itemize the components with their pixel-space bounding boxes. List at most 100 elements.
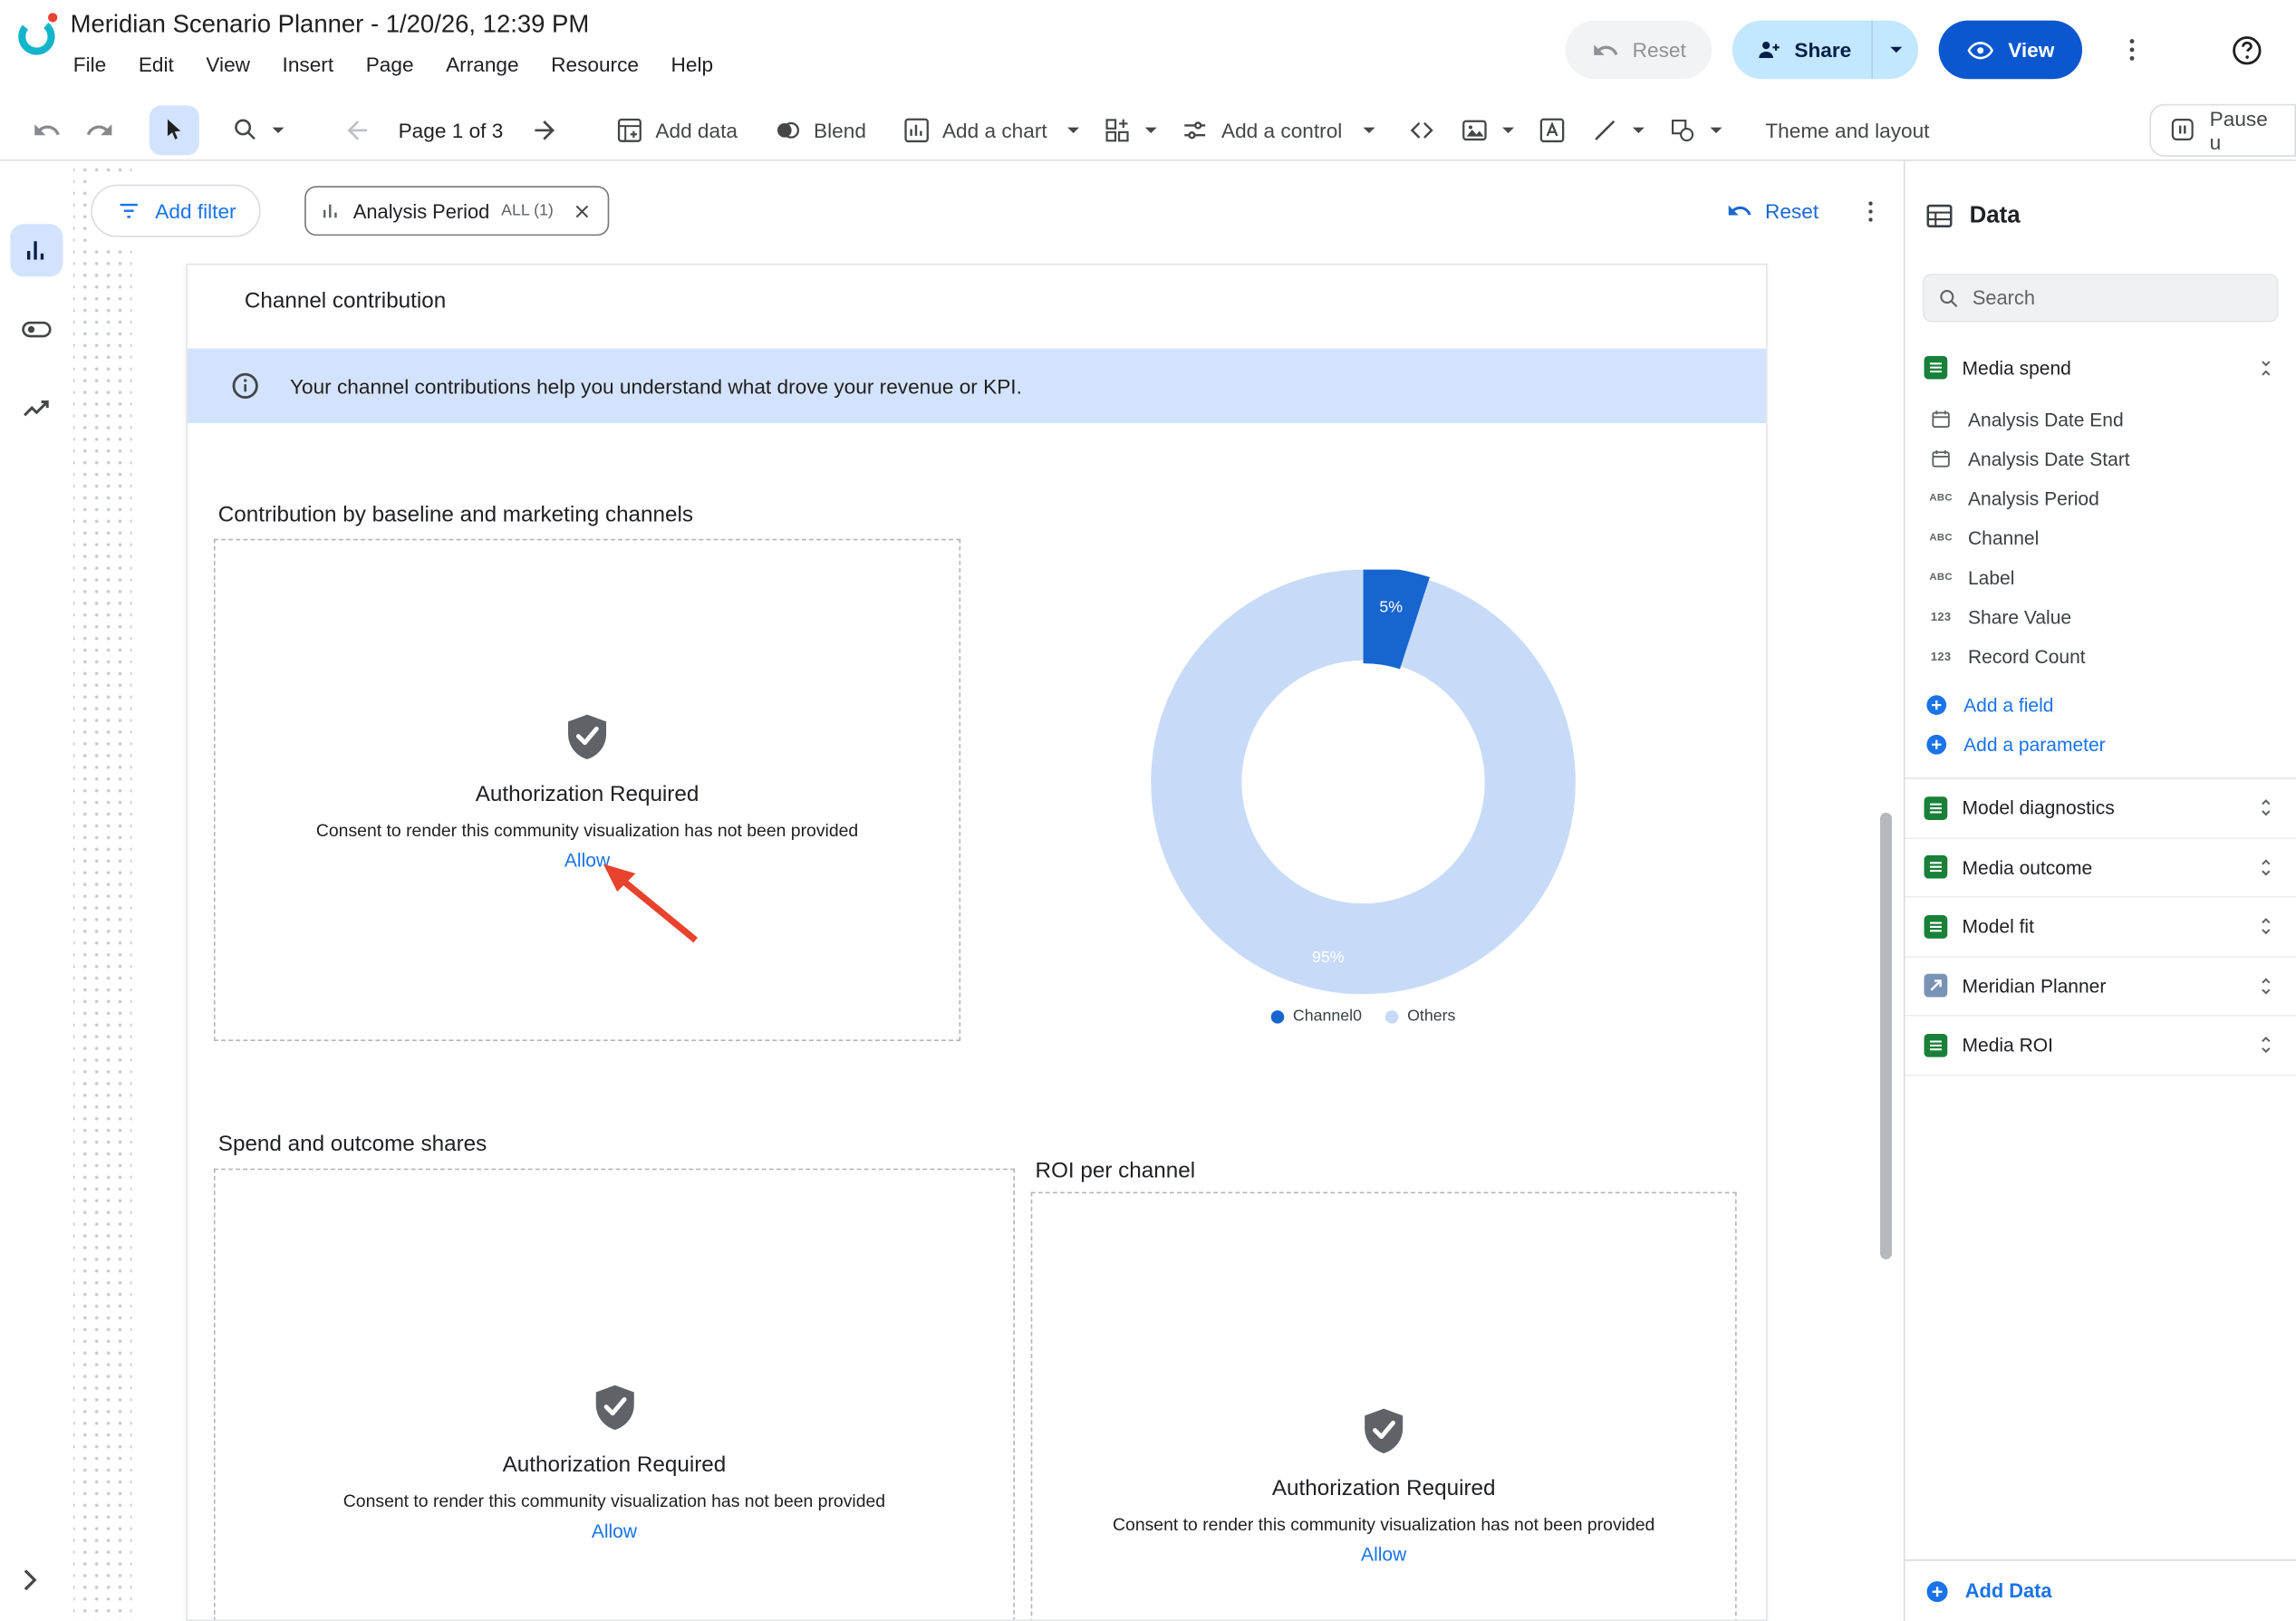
menu-file[interactable]: File — [73, 53, 106, 76]
data-source-media-outcome[interactable]: Media outcome — [1905, 838, 2296, 897]
view-button[interactable]: View — [1939, 21, 2082, 80]
insert-image-button[interactable] — [1448, 99, 1526, 160]
number-type-icon: 123 — [1927, 651, 1955, 664]
add-chart-button[interactable]: Add a chart — [890, 99, 1091, 160]
close-icon[interactable] — [571, 200, 593, 222]
menu-edit[interactable]: Edit — [139, 53, 174, 76]
menu-insert[interactable]: Insert — [283, 53, 334, 76]
filter-chip-name: Analysis Period — [353, 200, 489, 222]
filter-reset-label: Reset — [1765, 199, 1818, 223]
chart-authorization-placeholder-1[interactable]: Authorization Required Consent to render… — [214, 539, 960, 1041]
share-button[interactable]: Share — [1732, 21, 1871, 80]
field-analysis-date-start[interactable]: Analysis Date Start — [1905, 439, 2296, 479]
field-share-value[interactable]: 123 Share Value — [1905, 597, 2296, 637]
previous-page-button[interactable] — [331, 99, 383, 160]
rail-controls-button[interactable] — [10, 304, 63, 356]
allow-link[interactable]: Allow — [592, 1520, 637, 1541]
add-control-button[interactable]: Add a control — [1169, 99, 1386, 160]
share-dropdown-button[interactable] — [1872, 21, 1919, 80]
data-source-media-roi[interactable]: Media ROI — [1905, 1017, 2296, 1076]
page-indicator[interactable]: Page 1 of 3 — [383, 118, 517, 141]
sheet-source-icon — [1925, 915, 1948, 939]
data-search-input[interactable] — [1973, 287, 2264, 309]
field-analysis-date-end[interactable]: Analysis Date End — [1905, 400, 2296, 439]
data-source-model-diagnostics[interactable]: Model diagnostics — [1905, 779, 2296, 838]
add-data-button[interactable]: Add data — [603, 99, 749, 160]
select-tool-button[interactable] — [150, 105, 199, 155]
field-label[interactable]: ABC Label — [1905, 558, 2296, 598]
more-options-button[interactable] — [2103, 21, 2162, 80]
filter-chip-analysis-period[interactable]: Analysis Period ALL (1) — [305, 186, 610, 236]
calendar-icon — [1927, 409, 1955, 430]
add-parameter-button[interactable]: Add a parameter — [1905, 725, 2296, 765]
data-source-model-fit[interactable]: Model fit — [1905, 898, 2296, 957]
blend-button[interactable]: Blend — [761, 99, 878, 160]
document-title[interactable]: Meridian Scenario Planner - 1/20/26, 12:… — [71, 10, 590, 39]
expand-icon[interactable] — [2255, 915, 2277, 937]
undo-button[interactable] — [21, 99, 73, 160]
widgets-icon — [1103, 115, 1132, 144]
menu-arrange[interactable]: Arrange — [446, 53, 519, 76]
data-source-media-spend[interactable]: Media spend — [1905, 347, 2296, 388]
legend-item-others[interactable]: Others — [1385, 1008, 1456, 1025]
rail-trends-button[interactable] — [10, 382, 63, 435]
collapse-icon[interactable] — [2255, 357, 2277, 379]
add-parameter-label: Add a parameter — [1963, 734, 2106, 756]
add-data-footer-label: Add Data — [1965, 1580, 2052, 1602]
field-list: Analysis Date End Analysis Date Start AB… — [1905, 400, 2296, 676]
expand-panel-button[interactable] — [14, 1564, 46, 1604]
insert-text-button[interactable] — [1525, 99, 1577, 160]
field-label: Channel — [1968, 527, 2039, 549]
pause-updates-button[interactable]: Pause u — [2149, 103, 2296, 156]
help-icon — [2229, 33, 2262, 66]
add-data-footer-button[interactable]: Add Data — [1905, 1559, 2296, 1621]
rail-charts-button[interactable] — [10, 224, 63, 276]
data-search-box[interactable] — [1923, 274, 2279, 322]
expand-icon[interactable] — [2255, 856, 2277, 878]
allow-link[interactable]: Allow — [1361, 1543, 1406, 1565]
next-page-button[interactable] — [517, 99, 570, 160]
chart-authorization-placeholder-2[interactable]: Authorization Required Consent to render… — [214, 1169, 1015, 1621]
add-filter-button[interactable]: Add filter — [91, 185, 261, 237]
menu-view[interactable]: View — [206, 53, 250, 76]
zoom-tool-button[interactable] — [219, 99, 295, 160]
theme-and-layout-button[interactable]: Theme and layout — [1753, 99, 1941, 160]
reset-button[interactable]: Reset — [1565, 21, 1712, 80]
arrow-right-icon — [529, 115, 558, 144]
donut-slice-others[interactable] — [1196, 615, 1529, 949]
chart-authorization-placeholder-3[interactable]: Authorization Required Consent to render… — [1031, 1192, 1737, 1621]
insert-shape-button[interactable] — [1655, 99, 1733, 160]
section-title: Channel contribution — [245, 288, 446, 313]
filter-reset-button[interactable]: Reset — [1712, 198, 1833, 224]
auth-required-title: Authorization Required — [476, 781, 699, 806]
sheet-source-icon — [1925, 356, 1948, 380]
menu-page[interactable]: Page — [366, 53, 414, 76]
expand-icon[interactable] — [2255, 797, 2277, 819]
add-chart-label: Add a chart — [942, 118, 1047, 141]
reset-label: Reset — [1633, 38, 1686, 62]
menu-resource[interactable]: Resource — [551, 53, 639, 76]
report-page: Channel contribution Your channel contri… — [186, 264, 1767, 1621]
chevron-down-icon — [1632, 127, 1644, 132]
add-field-button[interactable]: Add a field — [1905, 685, 2296, 725]
field-record-count[interactable]: 123 Record Count — [1905, 637, 2296, 677]
embed-code-button[interactable] — [1394, 99, 1447, 160]
redo-button[interactable] — [73, 99, 126, 160]
filter-more-button[interactable] — [1857, 197, 1885, 225]
field-analysis-period[interactable]: ABC Analysis Period — [1905, 478, 2296, 518]
insert-line-button[interactable] — [1577, 99, 1655, 160]
field-label: Label — [1968, 566, 2014, 588]
legend-item-channel0[interactable]: Channel0 — [1271, 1008, 1362, 1025]
insert-widget-button[interactable] — [1091, 99, 1169, 160]
help-button[interactable] — [2217, 21, 2276, 80]
data-source-meridian-planner[interactable]: Meridian Planner — [1905, 957, 2296, 1016]
add-chart-icon — [902, 115, 931, 144]
expand-icon[interactable] — [2255, 1034, 2277, 1056]
kebab-menu-icon — [2118, 35, 2146, 64]
menu-help[interactable]: Help — [671, 53, 714, 76]
expand-icon[interactable] — [2255, 975, 2277, 997]
donut-chart[interactable]: 5% 95% Channel0 Others — [1151, 570, 1576, 1026]
community-connector-icon — [1925, 974, 1948, 998]
field-channel[interactable]: ABC Channel — [1905, 518, 2296, 558]
canvas-scrollbar[interactable] — [1880, 813, 1892, 1259]
